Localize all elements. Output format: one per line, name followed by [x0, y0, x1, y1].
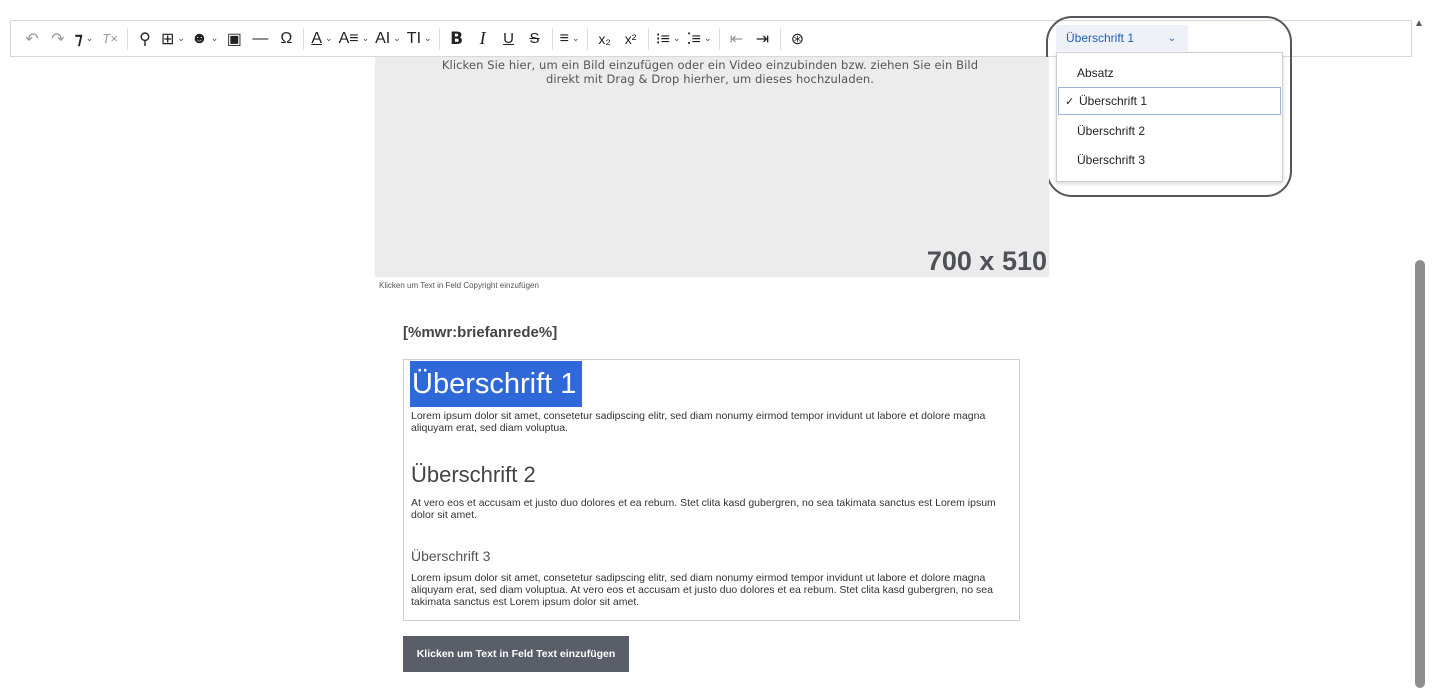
chevron-down-icon: ⌄	[325, 33, 333, 43]
paragraph-3[interactable]: Lorem ipsum dolor sit amet, consetetur s…	[411, 572, 1011, 608]
strikethrough-icon[interactable]: S	[525, 25, 545, 53]
link-icon[interactable]: ⚲	[135, 25, 155, 53]
toolbar-divider	[127, 27, 128, 50]
chevron-down-icon: ⌄	[210, 33, 219, 43]
outdent-icon[interactable]: ⇤	[727, 25, 747, 53]
image-placeholder[interactable]	[375, 57, 1049, 277]
text-transform-button[interactable]: TI ⌄	[407, 25, 432, 53]
scroll-up-arrow-icon[interactable]: ▲	[1414, 18, 1424, 29]
rich-text-area[interactable]: Überschrift 1 Lorem ipsum dolor sit amet…	[403, 359, 1020, 621]
bold-icon[interactable]: B	[447, 25, 467, 53]
clear-format-icon[interactable]: T×	[100, 25, 120, 53]
heading-1-selected[interactable]: Überschrift 1	[410, 361, 583, 407]
paragraph-1[interactable]: Lorem ipsum dolor sit amet, consetetur s…	[411, 410, 1011, 434]
heading-3[interactable]: Überschrift 3	[411, 548, 490, 564]
superscript-icon[interactable]: x²	[621, 25, 641, 53]
font-size-icon: A≡	[338, 29, 359, 47]
emoji-button[interactable]: ☻ ⌄	[191, 25, 218, 53]
bullet-list-icon: ⁚≡	[686, 30, 701, 48]
salutation-placeholder: [%mwr:briefanrede%]	[403, 324, 558, 341]
toolbar-divider	[551, 27, 553, 50]
align-left-icon: ≡	[559, 29, 569, 47]
highlight-callout-frame	[1046, 16, 1292, 197]
chevron-down-icon: ⌄	[177, 33, 185, 43]
table-icon: ⊞	[161, 30, 175, 48]
font-color-button[interactable]: A ⌄	[311, 25, 332, 53]
ordered-list-button[interactable]: ⁝≡ ⌄	[656, 25, 681, 53]
horizontal-rule-icon[interactable]: —	[250, 25, 270, 53]
subscript-icon[interactable]: x₂	[595, 25, 615, 53]
chevron-down-icon: ⌄	[85, 33, 94, 43]
scrollbar-thumb[interactable]	[1415, 260, 1425, 688]
image-upload-hint: Klicken Sie hier, um ein Bild einzufügen…	[441, 58, 979, 86]
align-button[interactable]: ≡ ⌄	[560, 25, 580, 53]
toolbar-divider	[718, 27, 720, 50]
toolbar-divider	[647, 27, 649, 50]
copyright-field[interactable]: Klicken um Text in Feld Copyright einzuf…	[379, 281, 539, 290]
format-painter-icon: ⁊	[74, 30, 83, 48]
paragraph-2[interactable]: At vero eos et accusam et justo duo dolo…	[411, 497, 1011, 521]
chevron-down-icon: ⌄	[393, 33, 401, 43]
redo-icon[interactable]: ↷	[48, 25, 68, 53]
chevron-down-icon: ⌄	[424, 33, 432, 43]
undo-icon[interactable]: ↶	[22, 25, 42, 53]
line-height-icon: AI	[375, 29, 391, 47]
toolbar-divider	[586, 27, 588, 50]
chevron-down-icon: ⌄	[672, 33, 681, 43]
chevron-down-icon: ⌄	[571, 33, 580, 43]
toolbar-divider	[438, 27, 440, 50]
chevron-down-icon: ⌄	[361, 33, 370, 43]
toolbar-divider	[303, 27, 305, 50]
special-char-icon[interactable]: Ω	[276, 25, 296, 53]
bullet-list-button[interactable]: ⁚≡ ⌄	[687, 25, 712, 53]
ordered-list-icon: ⁝≡	[655, 30, 670, 48]
font-size-button[interactable]: A≡ ⌄	[339, 25, 370, 53]
image-size-label: 700 x 510	[926, 246, 1047, 276]
emoji-icon: ☻	[190, 29, 208, 47]
line-height-button[interactable]: AI ⌄	[375, 25, 401, 53]
insert-text-button[interactable]: Klicken um Text in Feld Text einzufügen	[403, 636, 629, 672]
table-button[interactable]: ⊞ ⌄	[161, 25, 185, 53]
toolbar-divider	[779, 27, 781, 50]
text-transform-icon: TI	[406, 29, 422, 47]
image-icon[interactable]: ▣	[224, 25, 244, 53]
format-painter-button[interactable]: ⁊ ⌄	[74, 25, 94, 53]
indent-icon[interactable]: ⇥	[753, 25, 773, 53]
chevron-down-icon: ⌄	[703, 33, 712, 43]
font-color-icon: A	[311, 29, 323, 47]
accessibility-icon[interactable]: ⊛	[788, 25, 808, 53]
italic-icon[interactable]: I	[473, 25, 493, 53]
underline-icon[interactable]: U	[499, 25, 519, 53]
heading-2[interactable]: Überschrift 2	[411, 462, 536, 488]
